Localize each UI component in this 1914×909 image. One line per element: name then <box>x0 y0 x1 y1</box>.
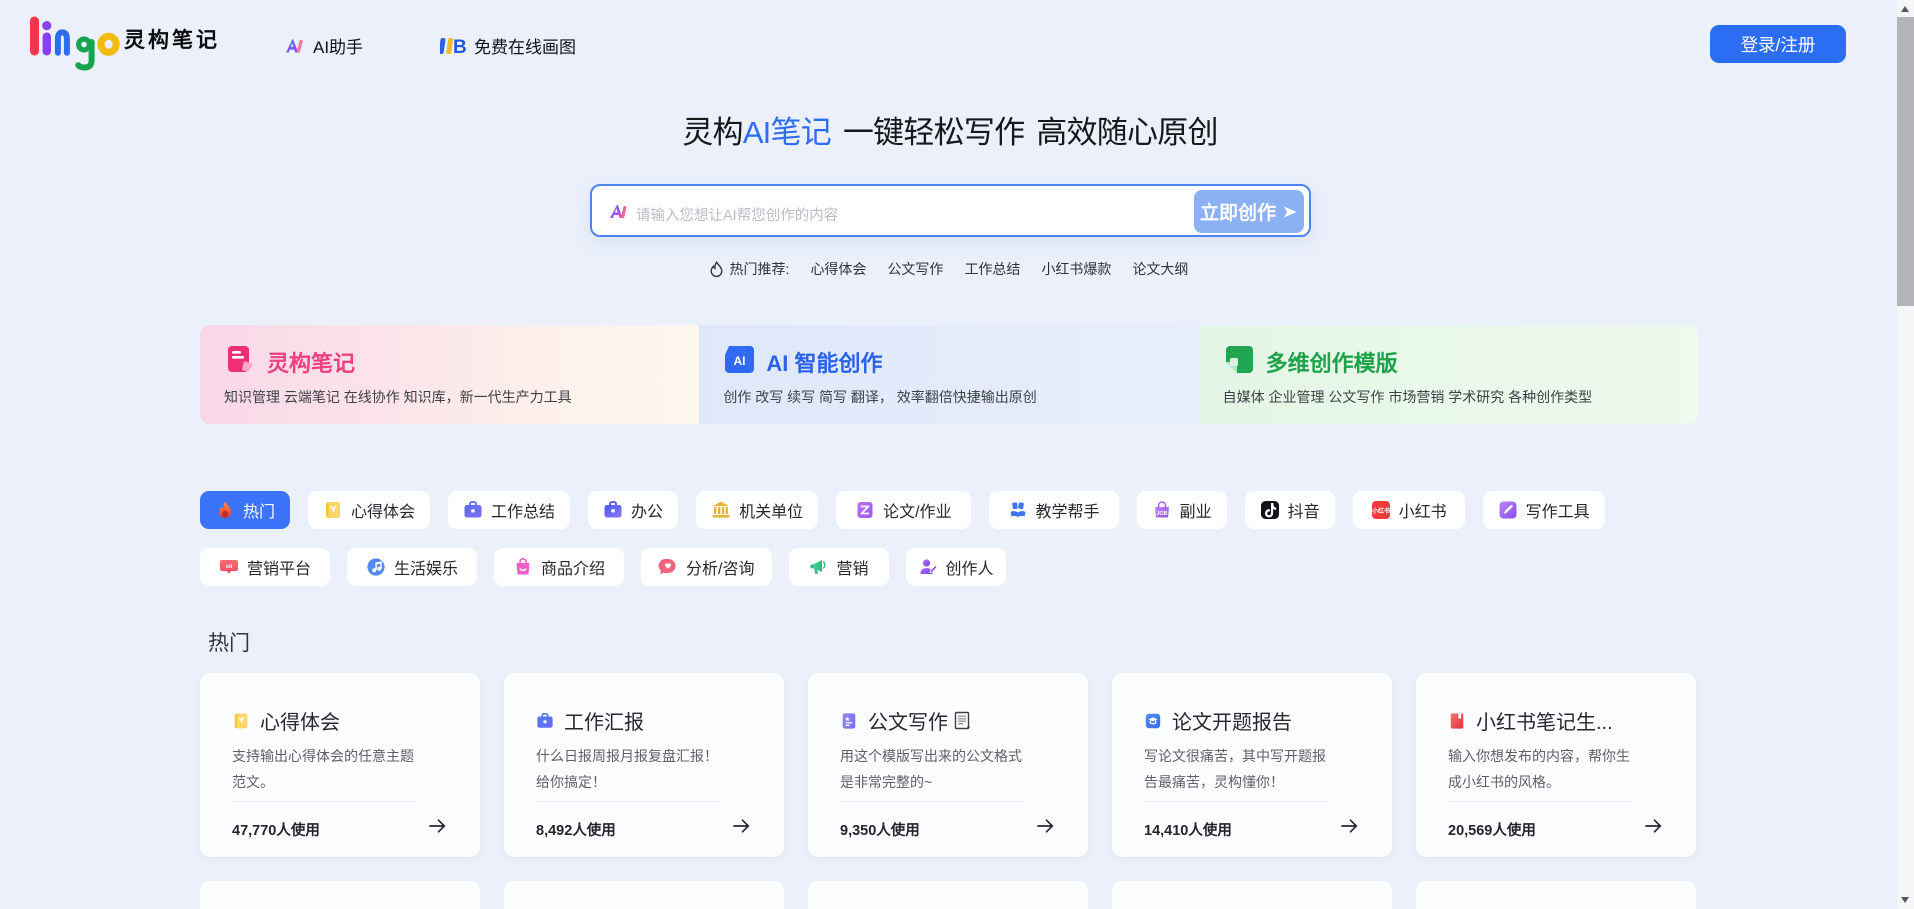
svg-text:oil: oil <box>226 564 233 570</box>
svg-text:B: B <box>453 37 466 56</box>
svg-text:AI: AI <box>734 354 746 368</box>
svg-text:小红书: 小红书 <box>1371 507 1390 515</box>
svg-text:JOB: JOB <box>1156 511 1167 517</box>
